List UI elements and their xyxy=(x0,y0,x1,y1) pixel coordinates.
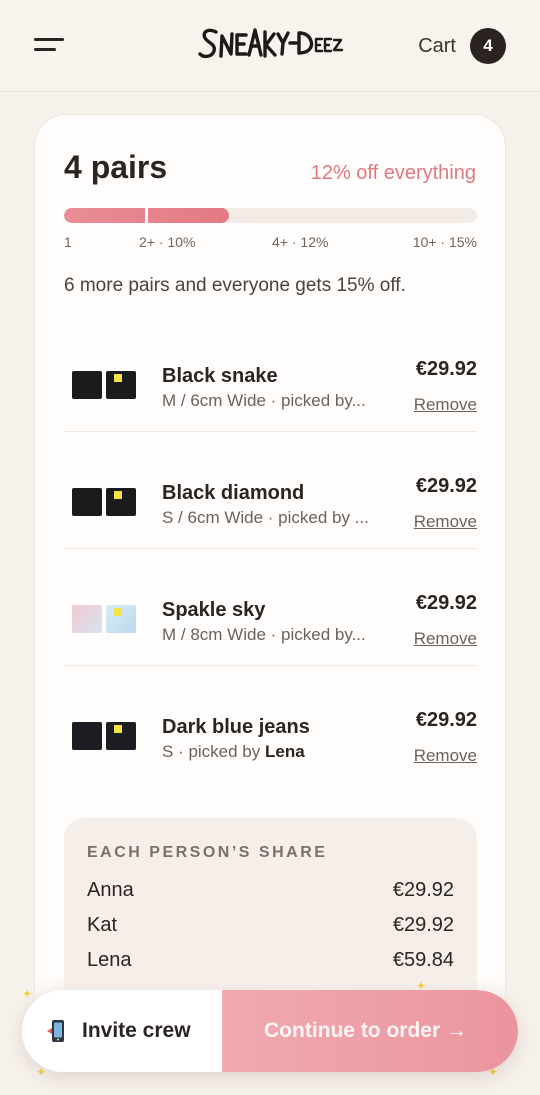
tier-label: 4+ · 12% xyxy=(272,234,329,250)
person-amount: €29.92 xyxy=(392,914,454,936)
remove-button[interactable]: Remove xyxy=(414,746,477,766)
remove-button[interactable]: Remove xyxy=(414,512,477,532)
cart-item: Dark blue jeans S · picked by Lena €29.9… xyxy=(64,666,477,783)
current-discount-label: 12% off everything xyxy=(310,162,476,184)
tier-label: 1 xyxy=(64,234,72,250)
phone-icon xyxy=(46,1019,68,1043)
product-thumbnail[interactable] xyxy=(72,371,136,401)
invite-crew-label: Invite crew xyxy=(82,1019,191,1042)
cart-label: Cart xyxy=(418,34,456,57)
cart-button[interactable]: Cart 4 xyxy=(418,28,506,64)
progress-tier-divider xyxy=(145,208,148,223)
person-name: Anna xyxy=(87,879,134,901)
item-meta: M / 8cm Wide · picked by... xyxy=(162,625,390,645)
cart-items-list: Black snake M / 6cm Wide · picked by... … xyxy=(64,315,477,783)
cart-item: Spakle sky M / 8cm Wide · picked by... €… xyxy=(64,549,477,666)
item-meta: S · picked by Lena xyxy=(162,742,390,762)
person-amount: €29.92 xyxy=(392,879,454,901)
item-price: €29.92 xyxy=(415,592,477,614)
person-amount: €59.84 xyxy=(392,949,454,971)
person-name: Kat xyxy=(87,914,118,936)
product-thumbnail[interactable] xyxy=(72,722,136,752)
item-meta: S / 6cm Wide · picked by ... xyxy=(162,508,390,528)
remove-button[interactable]: Remove xyxy=(414,629,477,649)
hamburger-menu-icon[interactable] xyxy=(34,36,64,54)
item-price: €29.92 xyxy=(415,475,477,497)
item-meta-text: S / 6cm Wide · picked by ... xyxy=(162,508,369,527)
item-name: Spakle sky xyxy=(162,599,266,621)
bottom-action-bar: Invite crew Continue to order → xyxy=(22,990,518,1072)
cart-item: Black diamond S / 6cm Wide · picked by .… xyxy=(64,432,477,549)
tier-label: 2+ · 10% xyxy=(139,234,196,250)
item-meta-text: M / 8cm Wide · picked by... xyxy=(162,625,366,644)
item-meta-text: M / 6cm Wide · picked by... xyxy=(162,391,366,410)
item-meta-prefix: S · picked by xyxy=(162,742,265,761)
product-thumbnail[interactable] xyxy=(72,605,136,635)
brand-logo[interactable] xyxy=(196,18,346,74)
continue-to-order-button[interactable]: Continue to order → xyxy=(222,990,518,1072)
item-price: €29.92 xyxy=(415,358,477,380)
share-row: Anna €29.92 xyxy=(87,879,454,905)
group-cart-card: 4 pairs 12% off everything 1 2+ · 10% 4+… xyxy=(34,114,506,1095)
item-name: Black diamond xyxy=(162,482,305,504)
product-thumbnail[interactable] xyxy=(72,488,136,518)
remove-button[interactable]: Remove xyxy=(414,395,477,415)
share-title: EACH PERSON’S SHARE xyxy=(87,844,328,861)
cart-item: Black snake M / 6cm Wide · picked by... … xyxy=(64,315,477,432)
pairs-count-title: 4 pairs xyxy=(64,149,168,185)
item-meta: M / 6cm Wide · picked by... xyxy=(162,391,390,411)
item-name: Black snake xyxy=(162,365,278,387)
person-name: Lena xyxy=(87,949,132,971)
discount-hint: 6 more pairs and everyone gets 15% off. xyxy=(64,275,406,296)
discount-tiers: 1 2+ · 10% 4+ · 12% 10+ · 15% xyxy=(64,234,477,252)
discount-progress-bar xyxy=(64,208,477,223)
item-name: Dark blue jeans xyxy=(162,716,310,738)
app-header: Cart 4 xyxy=(0,0,540,92)
tier-label: 10+ · 15% xyxy=(412,234,477,250)
item-price: €29.92 xyxy=(415,709,477,731)
continue-to-order-label: Continue to order → xyxy=(264,1019,467,1042)
invite-crew-button[interactable]: Invite crew xyxy=(22,990,222,1072)
item-picker-name: Lena xyxy=(265,742,305,761)
cart-count-badge: 4 xyxy=(470,28,506,64)
share-row: Kat €29.92 xyxy=(87,914,454,940)
